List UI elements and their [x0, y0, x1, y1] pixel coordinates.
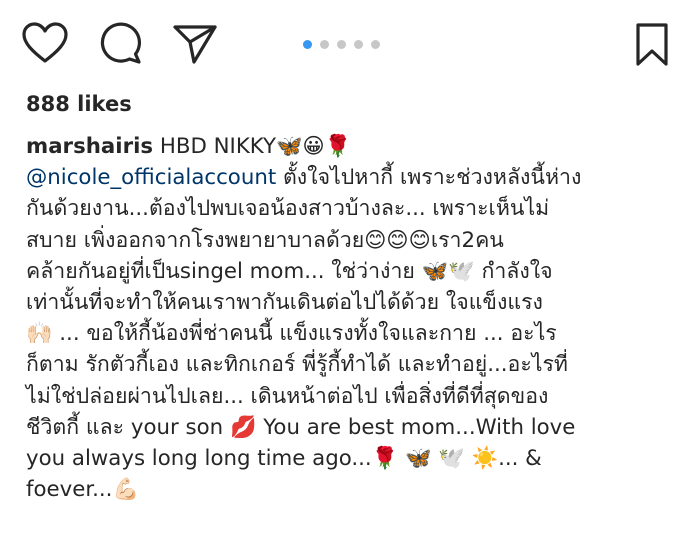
caption-text: HBD NIKKY🦋😀🌹	[153, 134, 352, 159]
likes-count[interactable]: 888 likes	[26, 90, 132, 118]
speech-bubble-icon[interactable]	[99, 22, 143, 66]
post-caption: marshairis HBD NIKKY🦋😀🌹 @nicole_official…	[26, 131, 678, 505]
caption-line: marshairis HBD NIKKY🦋😀🌹	[26, 131, 678, 162]
caption-line: เท่านั้นที่จะทำให้คนเราพากันเดินต่อไปได้…	[26, 290, 543, 316]
caption-mention[interactable]: @nicole_officialaccount	[26, 165, 276, 190]
caption-line: ชีวิตกี้ และ your son 💋 You are best mom…	[26, 414, 576, 440]
caption-line: คล้ายกันอยู่ที่เป็นsingel mom... ใช่ว่าง…	[26, 258, 553, 284]
post-action-bar	[0, 0, 696, 90]
carousel-dot	[320, 40, 329, 49]
caption-line: ไม่ใช่ปล่อยผ่านไปเลย... เดินหน้าต่อไป เพ…	[26, 383, 549, 409]
caption-line: 🙌🏻 ... ขอให้กี้น้องพี่ช่าคนนี้ แข็งแรงทั…	[26, 321, 557, 347]
heart-outline-icon[interactable]	[22, 22, 68, 64]
bookmark-outline-icon[interactable]	[634, 22, 670, 68]
caption-line: foever...💪🏻	[26, 477, 139, 503]
caption-line: สบาย เพิ่งออกจากโรงพยายาบาลด้วย😊😊😊เรา2คน	[26, 227, 504, 253]
caption-line: ก็ตาม รักตัวกี้เอง และทิกเกอร์ พี่รู้กี้…	[26, 352, 568, 378]
caption-username[interactable]: marshairis	[26, 134, 153, 159]
carousel-dot	[371, 40, 380, 49]
caption-line: @nicole_officialaccount ตั้งใจไปหากี้ เพ…	[26, 162, 678, 193]
carousel-dot	[337, 40, 346, 49]
caption-line: you always long long time ago...🌹 🦋 🕊️ ☀…	[26, 446, 542, 472]
carousel-dot	[354, 40, 363, 49]
caption-line: กันด้วยงาน...ต้องไปพบเจอน้องสาวบ้างละ...…	[26, 196, 550, 222]
paper-plane-icon[interactable]	[172, 22, 218, 66]
carousel-dot-active	[303, 40, 312, 49]
caption-text: ตั้งใจไปหากี้ เพราะช่วงหลังนี้ห่าง	[276, 165, 582, 191]
